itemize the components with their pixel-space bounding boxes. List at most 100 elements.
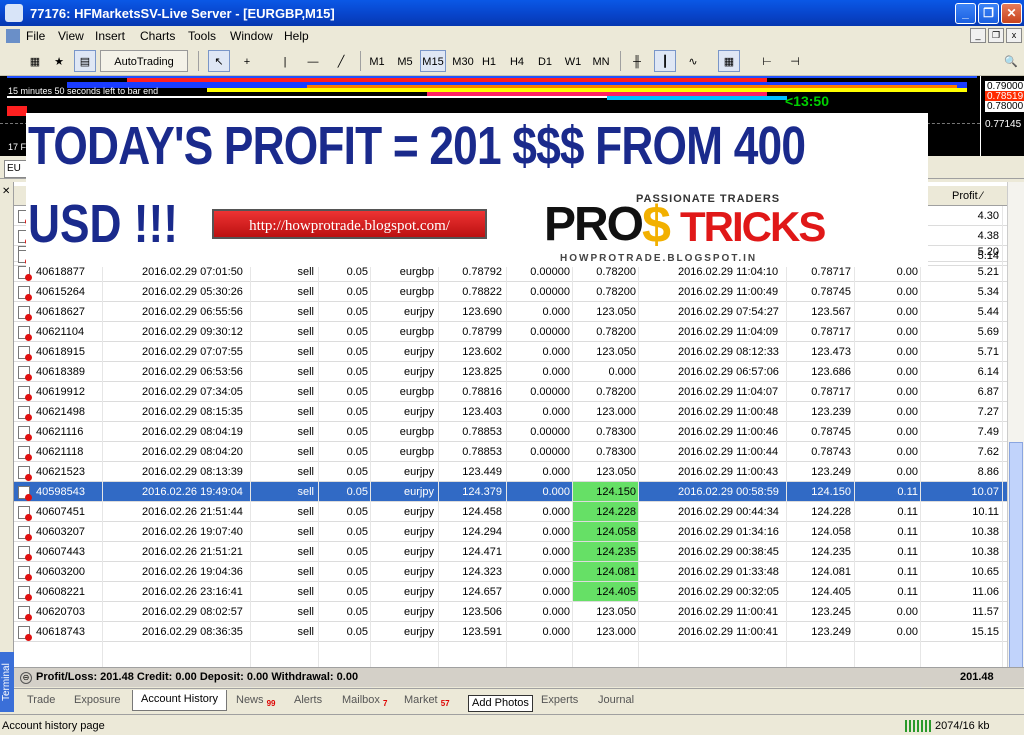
deal-icon [18, 426, 32, 441]
tf-m30[interactable]: M30 [450, 50, 476, 72]
table-row[interactable]: 40603200 2016.02.26 19:04:36 sell 0.05 eurjp… [14, 562, 1007, 582]
banner-headline-2: USD !!! [28, 194, 179, 254]
crosshair-icon[interactable]: + [236, 50, 258, 72]
tf-m15[interactable]: M15 [420, 50, 446, 72]
menu-window[interactable]: Window [230, 29, 273, 43]
table-row[interactable]: 40621116 2016.02.29 08:04:19 sell 0.05 eurgb… [14, 422, 1007, 442]
logo-pro: PRO [544, 198, 644, 251]
menu-view[interactable]: View [58, 29, 84, 43]
column-header-profit[interactable]: Profit ⁄ [952, 190, 983, 202]
cell-close-time: 2016.02.29 11:04:07 [678, 386, 779, 398]
column-divider [250, 206, 251, 696]
cell-close-time: 2016.02.29 06:57:06 [678, 366, 779, 378]
chart-shift-icon[interactable]: ⊢ [756, 50, 778, 72]
cell-close-time: 2016.02.29 11:04:10 [678, 266, 779, 278]
cell-swap: 0.00 [896, 626, 918, 638]
tab-label: Mailbox [342, 694, 380, 706]
table-row[interactable]: 40618627 2016.02.29 06:55:56 sell 0.05 eurjp… [14, 302, 1007, 322]
table-row[interactable]: 40621104 2016.02.29 09:30:12 sell 0.05 eurgb… [14, 322, 1007, 342]
cell-profit: 7.62 [977, 446, 999, 458]
cursor-icon[interactable]: ↖ [208, 50, 230, 72]
tab-trade[interactable]: Trade [27, 694, 55, 706]
tab-experts[interactable]: Experts [541, 694, 578, 706]
menu-insert[interactable]: Insert [95, 29, 125, 43]
cell-size: 0.05 [346, 546, 368, 558]
candlestick-icon[interactable]: ┃ [654, 50, 676, 72]
vertical-line-icon[interactable]: | [274, 50, 296, 72]
close-button[interactable]: ✕ [1001, 3, 1022, 24]
tab-journal[interactable]: Journal [598, 694, 634, 706]
deal-icon [18, 506, 32, 521]
table-row[interactable]: 40618743 2016.02.29 08:36:35 sell 0.05 eurjp… [14, 622, 1007, 642]
cell-ticket: 40621104 [36, 326, 85, 338]
autotrading-button[interactable]: AutoTrading [100, 50, 188, 72]
minimize-button[interactable]: _ [955, 3, 976, 24]
cell-tp: 123.050 [596, 306, 636, 318]
table-row[interactable]: 40608221 2016.02.26 23:16:41 sell 0.05 eurjp… [14, 582, 1007, 602]
cell-type: sell [297, 566, 314, 578]
cell-sl: 0.000 [542, 566, 570, 578]
bar-chart-icon[interactable]: ╫ [626, 50, 648, 72]
table-row[interactable]: 40603207 2016.02.26 19:07:40 sell 0.05 eurjp… [14, 522, 1007, 542]
table-row[interactable]: 40620703 2016.02.29 08:02:57 sell 0.05 eurjp… [14, 602, 1007, 622]
table-row[interactable]: 40615264 2016.02.29 05:30:26 sell 0.05 eurgb… [14, 282, 1007, 302]
mdi-close-button[interactable]: x [1006, 28, 1022, 43]
menu-file[interactable]: File [26, 29, 45, 43]
table-row[interactable]: 40621118 2016.02.29 08:04:20 sell 0.05 eurgb… [14, 442, 1007, 462]
cell-profit: 4.30 [977, 210, 999, 222]
tf-h4[interactable]: H4 [506, 50, 528, 72]
mdi-minimize-button[interactable]: _ [970, 28, 986, 43]
tab-alerts[interactable]: Alerts [294, 694, 322, 706]
table-row[interactable]: 40621523 2016.02.29 08:13:39 sell 0.05 eurjp… [14, 462, 1007, 482]
tab-add-photos[interactable]: Add Photos [468, 695, 533, 712]
table-row[interactable]: 40607443 2016.02.26 21:51:21 sell 0.05 eurjp… [14, 542, 1007, 562]
cell-item: eurgbp [399, 426, 434, 438]
menu-help[interactable]: Help [284, 29, 309, 43]
tf-h1[interactable]: H1 [478, 50, 500, 72]
table-row[interactable]: 40619912 2016.02.29 07:34:05 sell 0.05 eurgb… [14, 382, 1007, 402]
cell-close-price: 0.78743 [811, 446, 851, 458]
cell-sl: 0.000 [542, 306, 570, 318]
table-row[interactable]: 40618915 2016.02.29 07:07:55 sell 0.05 eurjp… [14, 342, 1007, 362]
table-row[interactable]: 40618389 2016.02.29 06:53:56 sell 0.05 eurjp… [14, 362, 1007, 382]
table-row[interactable]: 40607451 2016.02.26 21:51:44 sell 0.05 eurjp… [14, 502, 1007, 522]
menu-tools[interactable]: Tools [188, 29, 216, 43]
scrollbar-thumb[interactable] [1009, 442, 1023, 682]
navigator-icon[interactable]: ▤ [74, 50, 96, 72]
cell-type: sell [297, 586, 314, 598]
maximize-button[interactable]: ❐ [978, 3, 999, 24]
cell-open-time: 2016.02.29 08:15:35 [142, 406, 243, 418]
search-icon[interactable]: 🔍 [1000, 50, 1022, 72]
table-scrollbar[interactable] [1007, 182, 1024, 687]
tf-w1[interactable]: W1 [562, 50, 584, 72]
cell-profit: 10.07 [971, 486, 999, 498]
cell-open-price: 124.657 [462, 586, 502, 598]
autoscroll-icon[interactable]: ⊣ [784, 50, 806, 72]
tf-m5[interactable]: M5 [394, 50, 416, 72]
horizontal-line-icon[interactable]: — [302, 50, 324, 72]
tf-d1[interactable]: D1 [534, 50, 556, 72]
line-chart-icon[interactable]: ∿ [682, 50, 704, 72]
menu-charts[interactable]: Charts [140, 29, 175, 43]
tab-market[interactable]: Market 57 [404, 694, 450, 708]
mdi-restore-button[interactable]: ❐ [988, 28, 1004, 43]
tile-windows-icon[interactable]: ▦ [718, 50, 740, 72]
trendline-icon[interactable]: ╱ [330, 50, 352, 72]
tab-exposure[interactable]: Exposure [74, 694, 120, 706]
cell-size: 0.05 [346, 466, 368, 478]
tab-news[interactable]: News 99 [236, 694, 275, 708]
cell-close-price: 0.78717 [811, 326, 851, 338]
tab-account-history[interactable]: Account History [132, 690, 228, 711]
column-divider [438, 206, 439, 696]
new-order-icon[interactable]: ▦ [24, 50, 46, 72]
status-text: Account history page [2, 720, 105, 732]
tf-m1[interactable]: M1 [366, 50, 388, 72]
table-row[interactable]: 40621498 2016.02.29 08:15:35 sell 0.05 eurjp… [14, 402, 1007, 422]
tab-mailbox[interactable]: Mailbox 7 [342, 694, 387, 708]
banner-url-link[interactable]: http://howprotrade.blogspot.com/ [212, 209, 487, 239]
favorites-icon[interactable]: ★ [48, 50, 70, 72]
terminal-close-icon[interactable]: ✕ [2, 186, 10, 197]
table-row[interactable]: 40598543 2016.02.26 19:49:04 sell 0.05 eurjp… [14, 482, 1007, 502]
cell-close-time: 2016.02.29 00:38:45 [678, 546, 779, 558]
tf-mn[interactable]: MN [588, 50, 614, 72]
